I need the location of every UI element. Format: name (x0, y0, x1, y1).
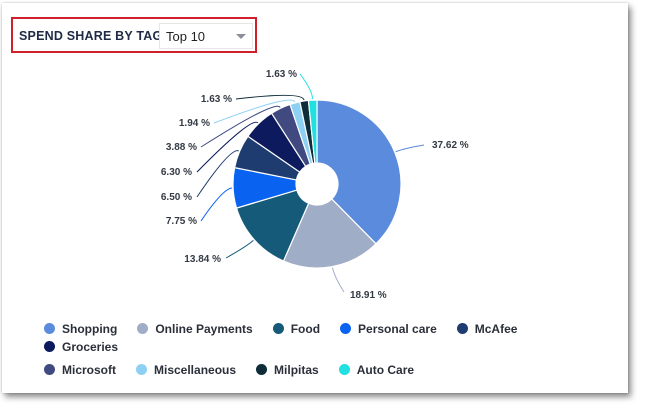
legend-label: Food (290, 321, 321, 336)
label-connector-line (200, 187, 233, 222)
data-label: 1.94 % (179, 118, 210, 129)
legend-item-groceries[interactable]: Groceries (44, 339, 119, 354)
chart-legend: Shopping Online Payments Food Personal care… (44, 321, 604, 377)
label-connector-line (299, 73, 314, 100)
legend-swatch (44, 364, 55, 375)
legend-swatch (340, 323, 352, 334)
legend-label: Shopping (62, 321, 118, 336)
legend-swatch (456, 323, 468, 334)
label-connector-line (235, 94, 305, 101)
legend-swatch (136, 364, 147, 375)
label-connector-line (225, 240, 254, 259)
legend-label: Personal care (358, 321, 437, 336)
legend-swatch (44, 341, 55, 352)
data-label: 18.91 % (350, 290, 387, 301)
data-label: 3.88 % (166, 142, 197, 153)
data-label: 6.50 % (161, 192, 192, 203)
legend-swatch (44, 323, 55, 334)
legend-item-milpitas[interactable]: Milpitas (256, 362, 319, 377)
data-label: 6.30 % (161, 167, 192, 178)
data-label: 1.63 % (266, 69, 297, 80)
legend-swatch (272, 323, 284, 334)
legend-label: McAfee (474, 321, 518, 336)
legend-label: Groceries (62, 339, 119, 354)
legend-item-food[interactable]: Food (272, 321, 321, 336)
legend-swatch (137, 323, 149, 334)
legend-item-personal-care[interactable]: Personal care (340, 321, 437, 336)
legend-swatch (338, 364, 350, 375)
legend-label: Auto Care (356, 362, 415, 377)
legend-item-auto-care[interactable]: Auto Care (338, 362, 415, 377)
legend-item-online-payments[interactable]: Online Payments (137, 321, 253, 336)
legend-label: Miscellaneous (154, 362, 237, 377)
label-connector-line (395, 144, 425, 153)
legend-swatch (256, 364, 268, 375)
legend-label: Online Payments (155, 321, 253, 336)
legend-label: Microsoft (62, 362, 116, 377)
legend-item-microsoft[interactable]: Microsoft (44, 362, 116, 377)
label-connector-line (196, 150, 239, 198)
data-label: 13.84 % (184, 254, 221, 265)
legend-item-miscellaneous[interactable]: Miscellaneous (136, 362, 237, 377)
data-label: 37.62 % (432, 140, 469, 151)
label-connector-line (332, 267, 345, 293)
legend-label: Milpitas (274, 362, 319, 377)
legend-item-mcafee[interactable]: McAfee (456, 321, 518, 336)
legend-item-shopping[interactable]: Shopping (44, 321, 118, 336)
data-label: 1.63 % (201, 94, 232, 105)
data-label: 7.75 % (166, 216, 197, 227)
